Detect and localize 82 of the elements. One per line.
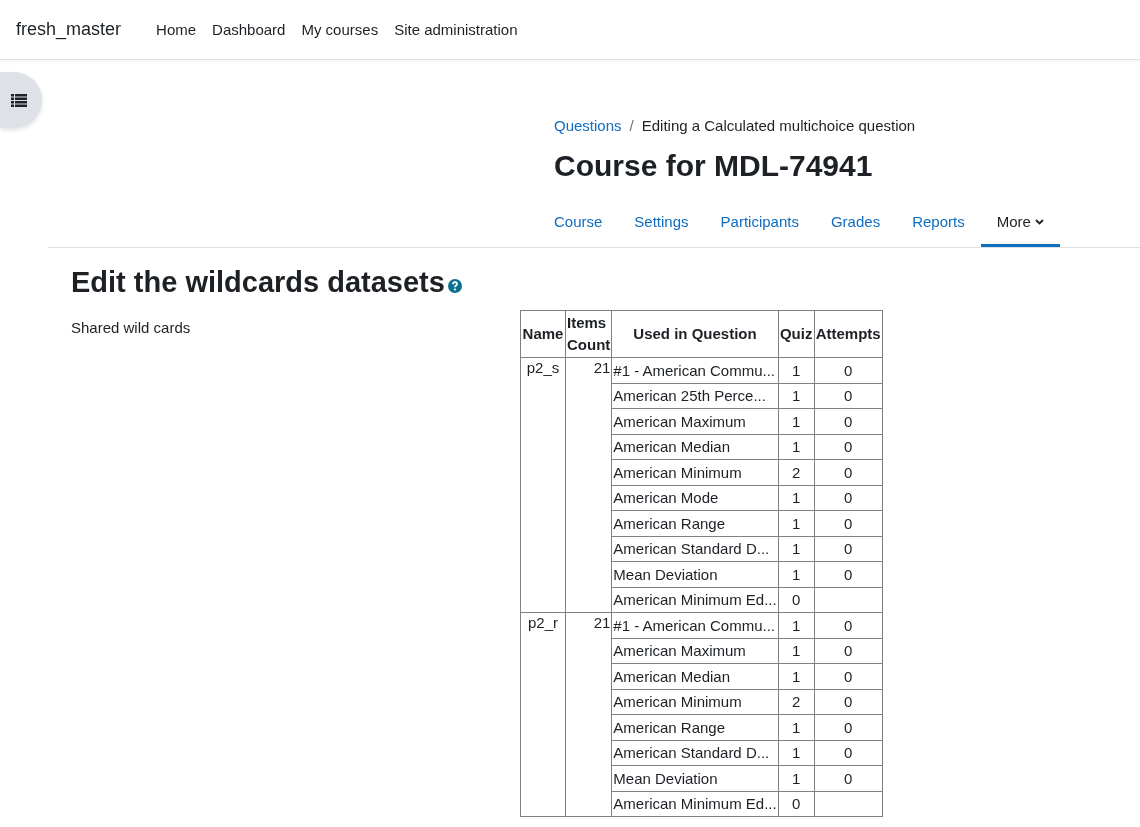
- table-cell: American Mode: [611, 485, 779, 511]
- nav-link[interactable]: Dashboard: [212, 21, 286, 38]
- table-cell: American Range: [611, 714, 779, 740]
- table-cell: American Minimum: [611, 459, 779, 485]
- table-cell: 0: [814, 357, 883, 383]
- breadcrumb-separator: /: [629, 117, 634, 134]
- table-cell: 1: [778, 765, 815, 791]
- table-cell: 0: [814, 561, 883, 587]
- column-header: Name: [520, 310, 566, 358]
- section-heading: Edit the wildcards datasets: [71, 266, 445, 299]
- table-cell: American Median: [611, 434, 779, 460]
- table-cell: 1: [778, 638, 815, 664]
- breadcrumb-current: Editing a Calculated multichoice question: [641, 117, 916, 134]
- course-tab[interactable]: More: [980, 202, 1060, 247]
- table-cell: American Minimum Ed...: [611, 587, 779, 613]
- course-tab[interactable]: Reports: [896, 202, 981, 247]
- table-cell: p2_r: [520, 612, 566, 817]
- course-tab[interactable]: Course: [538, 202, 619, 247]
- nav-link[interactable]: My courses: [301, 21, 379, 38]
- table-cell: 0: [814, 663, 883, 689]
- table-cell: 21: [565, 612, 612, 817]
- table-cell: American Median: [611, 663, 779, 689]
- table-cell: American Maximum: [611, 408, 779, 434]
- form-label: Shared wild cards: [71, 318, 192, 338]
- table-cell: 0: [814, 434, 883, 460]
- column-header: Quiz: [778, 310, 815, 358]
- site-name[interactable]: fresh_master: [16, 19, 122, 40]
- table-cell: 1: [778, 383, 815, 409]
- table-cell: 0: [814, 714, 883, 740]
- table-cell: 0: [814, 765, 883, 791]
- table-cell: 0: [814, 740, 883, 766]
- table-cell: 21: [565, 357, 612, 613]
- course-tab[interactable]: Settings: [618, 202, 705, 247]
- table-cell: 1: [778, 714, 815, 740]
- table-cell: 1: [778, 434, 815, 460]
- drawer-toggle-button[interactable]: [0, 72, 42, 128]
- table-cell: 1: [778, 536, 815, 562]
- table-cell: 0: [814, 612, 883, 638]
- table-cell: 0: [814, 638, 883, 664]
- table-cell: American Standard D...: [611, 740, 779, 766]
- table-cell: 0: [814, 383, 883, 409]
- page-title: Course for MDL-74941: [554, 149, 874, 183]
- table-cell: 1: [778, 740, 815, 766]
- course-tab[interactable]: Grades: [814, 202, 897, 247]
- table-cell: #1 - American Commu...: [611, 357, 779, 383]
- table-cell: 2: [778, 459, 815, 485]
- table-cell: American Range: [611, 510, 779, 536]
- column-header: Attempts: [814, 310, 883, 358]
- breadcrumb-link[interactable]: Questions: [554, 117, 622, 134]
- table-cell: 1: [778, 612, 815, 638]
- table-cell: p2_s: [520, 357, 566, 613]
- table-cell: Mean Deviation: [611, 561, 779, 587]
- nav-link[interactable]: Home: [156, 21, 197, 38]
- caret-icon: [1034, 218, 1044, 225]
- table-cell: American Maximum: [611, 638, 779, 664]
- table-cell: American Minimum Ed...: [611, 791, 779, 817]
- nav-link[interactable]: Site administration: [394, 21, 518, 38]
- table-cell: 1: [778, 561, 815, 587]
- table-cell: 1: [778, 663, 815, 689]
- column-header: Used in Question: [611, 310, 779, 358]
- table-cell: 0: [814, 485, 883, 511]
- table-cell: American Standard D...: [611, 536, 779, 562]
- table-cell: 0: [778, 791, 815, 817]
- table-cell: Mean Deviation: [611, 765, 779, 791]
- table-cell: American 25th Perce...: [611, 383, 779, 409]
- table-cell: 1: [778, 485, 815, 511]
- list-icon: [11, 93, 27, 107]
- table-cell: 1: [778, 408, 815, 434]
- table-cell: 0: [814, 536, 883, 562]
- table-cell: 2: [778, 689, 815, 715]
- table-cell: 0: [778, 587, 815, 613]
- help-icon[interactable]: [447, 279, 462, 293]
- table-cell: #1 - American Commu...: [611, 612, 779, 638]
- course-tab[interactable]: Participants: [704, 202, 815, 247]
- table-cell: American Minimum: [611, 689, 779, 715]
- table-cell: 0: [814, 408, 883, 434]
- table-cell: 0: [814, 510, 883, 536]
- table-cell: 0: [814, 459, 883, 485]
- table-cell: 1: [778, 510, 815, 536]
- table-cell: 0: [814, 689, 883, 715]
- table-cell: 1: [778, 357, 815, 383]
- column-header: Items Count: [565, 310, 612, 358]
